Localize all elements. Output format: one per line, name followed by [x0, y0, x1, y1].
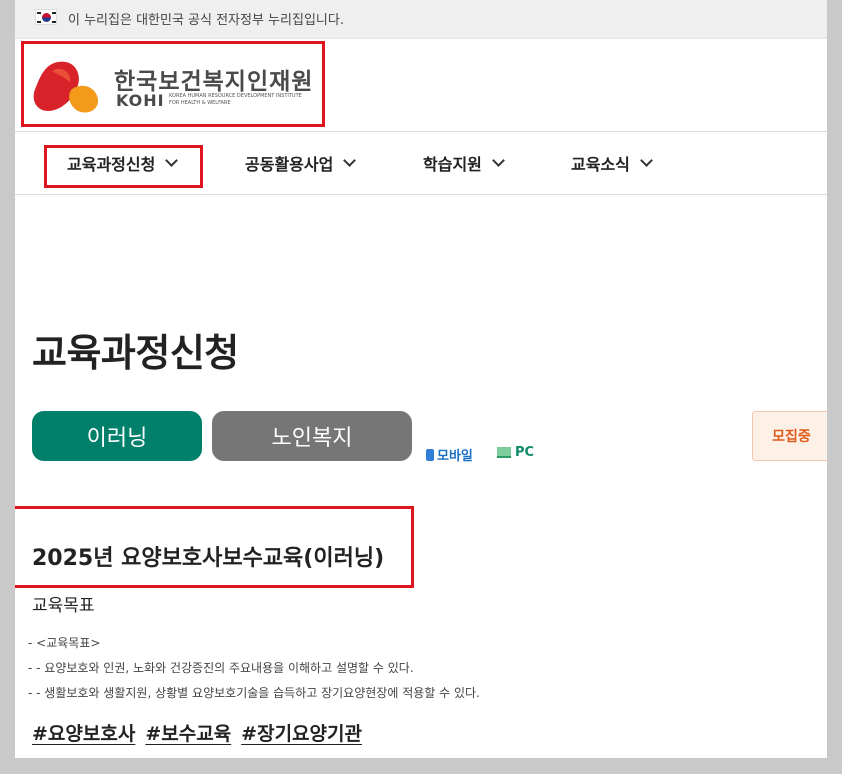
page: 이 누리집은 대한민국 공식 전자정부 누리집입니다. 한국보건복지인재원 KO…	[15, 0, 827, 758]
pc-icon	[497, 447, 511, 458]
device-tag-mobile: 모바일	[426, 445, 473, 464]
nav-item-label: 교육과정신청	[67, 155, 156, 174]
chevron-down-icon	[165, 154, 179, 167]
device-label: 모바일	[437, 449, 473, 464]
hashtag-link[interactable]: #요양보호사	[32, 719, 135, 746]
gov-banner-text: 이 누리집은 대한민국 공식 전자정부 누리집입니다.	[68, 13, 344, 28]
nav-item-learning-support[interactable]: 학습지원	[423, 132, 505, 194]
gov-banner: 이 누리집은 대한민국 공식 전자정부 누리집입니다.	[15, 0, 827, 39]
nav-item-course-application[interactable]: 교육과정신청	[67, 132, 179, 194]
main-nav: 교육과정신청 공동활용사업 학습지원 교육소식	[15, 132, 827, 195]
mobile-icon	[426, 448, 434, 461]
logo-subtitle: KOREA HUMAN RESOURCE DEVELOPMENT INSTITU…	[169, 93, 302, 106]
chevron-down-icon	[492, 154, 505, 167]
site-header: 한국보건복지인재원 KOHI KOREA HUMAN RESOURCE DEVE…	[15, 39, 827, 132]
nav-item-education-news[interactable]: 교육소식	[571, 132, 653, 194]
nav-item-joint-projects[interactable]: 공동활용사업	[245, 132, 357, 194]
goal-line: - - 요양보호와 인권, 노화와 건강증진의 주요내용을 이해하고 설명할 수…	[28, 661, 414, 675]
logo-name-en: KOHI	[116, 91, 165, 110]
chevron-down-icon	[343, 154, 357, 167]
page-title: 교육과정신청	[32, 331, 239, 375]
nav-item-label: 학습지원	[423, 155, 482, 174]
goal-line: - - 생활보호와 생활지원, 상황별 요양보호기술을 습득하고 장기요양현장에…	[28, 686, 480, 700]
elderly-welfare-button[interactable]: 노인복지	[212, 411, 412, 461]
chevron-down-icon	[640, 154, 653, 167]
hashtag-link[interactable]: #장기요양기관	[241, 719, 362, 746]
device-tag-pc: PC	[497, 445, 534, 460]
site-logo[interactable]: 한국보건복지인재원 KOHI KOREA HUMAN RESOURCE DEVE…	[21, 41, 325, 127]
hashtag-list: #요양보호사 #보수교육 #장기요양기관	[32, 719, 362, 746]
device-label: PC	[515, 445, 535, 460]
goal-heading: 교육목표	[32, 596, 95, 616]
korean-flag-icon	[35, 9, 57, 25]
hashtag-link[interactable]: #보수교육	[145, 719, 231, 746]
elearning-button[interactable]: 이러닝	[32, 411, 202, 461]
status-badge: 모집중	[752, 411, 827, 461]
kohi-logo-icon	[33, 61, 98, 113]
nav-item-label: 공동활용사업	[245, 155, 334, 174]
course-title: 2025년 요양보호사보수교육(이러닝)	[32, 546, 385, 571]
nav-item-label: 교육소식	[571, 155, 630, 174]
goal-line: - <교육목표>	[28, 636, 101, 650]
